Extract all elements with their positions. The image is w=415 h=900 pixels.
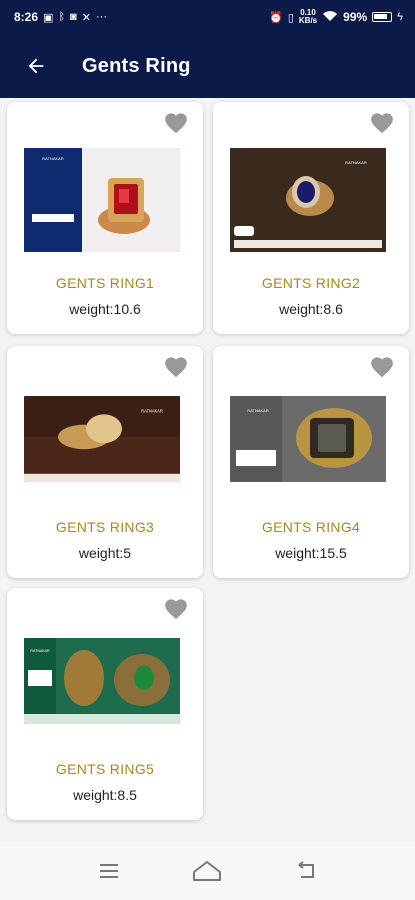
brand-label: RATNAKAR — [141, 408, 162, 413]
product-name: GENTS RING1 — [55, 275, 155, 291]
net-speed-unit: KB/s — [298, 16, 318, 25]
product-image: RATNAKAR — [24, 396, 180, 482]
notification-icon: ▣ — [43, 11, 54, 24]
product-weight: weight:5 — [78, 545, 132, 561]
net-speed: 0.10 KB/s — [299, 9, 317, 25]
recent-apps-button[interactable] — [89, 851, 129, 891]
product-weight: weight:15.5 — [275, 545, 347, 561]
product-name: GENTS RING2 — [261, 275, 361, 291]
alarm-icon: ⏰ — [269, 11, 283, 24]
product-image: RATNAKAR — [24, 148, 180, 252]
heart-icon[interactable] — [163, 596, 189, 620]
status-bar: 8:26 ▣ ᛒ ◙ ✕ ··· ⏰ ▯ 0.10 KB/s 99% ϟ — [0, 0, 415, 34]
product-card[interactable]: RATNAKAR GENTS RING5 weight:8.5 — [7, 588, 203, 820]
brand-label: RATNAKAR — [30, 649, 50, 653]
status-time: 8:26 — [14, 10, 39, 24]
product-card[interactable]: RATNAKAR GENTS RING2 weight:8.6 — [213, 102, 409, 334]
heart-icon[interactable] — [163, 354, 189, 378]
instagram-icon: ◙ — [70, 11, 77, 23]
back-nav-button[interactable] — [286, 851, 326, 891]
product-weight: weight:10.6 — [69, 301, 141, 317]
heart-icon[interactable] — [163, 110, 189, 134]
bluetooth-icon: ᛒ — [58, 11, 66, 23]
product-card[interactable]: RATNAKAR GENTS RING1 weight:10.6 — [7, 102, 203, 334]
brand-label: RATNAKAR — [247, 408, 269, 413]
more-icon: ··· — [95, 11, 107, 23]
product-image: RATNAKAR — [230, 148, 386, 252]
brand-label: RATNAKAR — [42, 156, 64, 161]
arrow-left-icon — [28, 58, 44, 74]
product-grid: RATNAKAR GENTS RING1 weight:10.6 RATNAKA… — [0, 98, 415, 833]
status-left: 8:26 ▣ ᛒ ◙ ✕ ··· — [14, 10, 107, 24]
product-image: RATNAKAR — [230, 396, 386, 482]
product-name: GENTS RING3 — [55, 519, 155, 535]
back-button[interactable] — [12, 42, 60, 90]
battery-percent: 99% — [343, 10, 368, 24]
system-nav-bar — [0, 842, 415, 900]
product-card[interactable]: RATNAKAR GENTS RING3 weight:5 — [7, 346, 203, 578]
charging-icon: ϟ — [397, 11, 403, 23]
product-name: GENTS RING5 — [55, 761, 155, 777]
page-title: Gents Ring — [82, 54, 191, 77]
product-weight: weight:8.6 — [279, 301, 343, 317]
menu-icon — [100, 864, 119, 878]
home-icon — [193, 861, 222, 881]
product-name: GENTS RING4 — [261, 519, 361, 535]
battery-icon — [372, 12, 393, 22]
tools-icon: ✕ — [81, 11, 91, 24]
vibrate-icon: ▯ — [287, 11, 294, 24]
back-icon — [298, 861, 314, 878]
heart-icon[interactable] — [369, 110, 395, 134]
product-weight: weight:8.5 — [73, 787, 137, 803]
home-button[interactable] — [187, 851, 227, 891]
product-card[interactable]: RATNAKAR GENTS RING4 weight:15.5 — [213, 346, 409, 578]
app-bar: Gents Ring — [0, 34, 415, 98]
product-image: RATNAKAR — [24, 638, 180, 724]
wifi-icon — [322, 10, 338, 25]
status-right: ⏰ ▯ 0.10 KB/s 99% ϟ — [269, 9, 403, 25]
brand-label: RATNAKAR — [345, 160, 367, 165]
heart-icon[interactable] — [369, 354, 395, 378]
